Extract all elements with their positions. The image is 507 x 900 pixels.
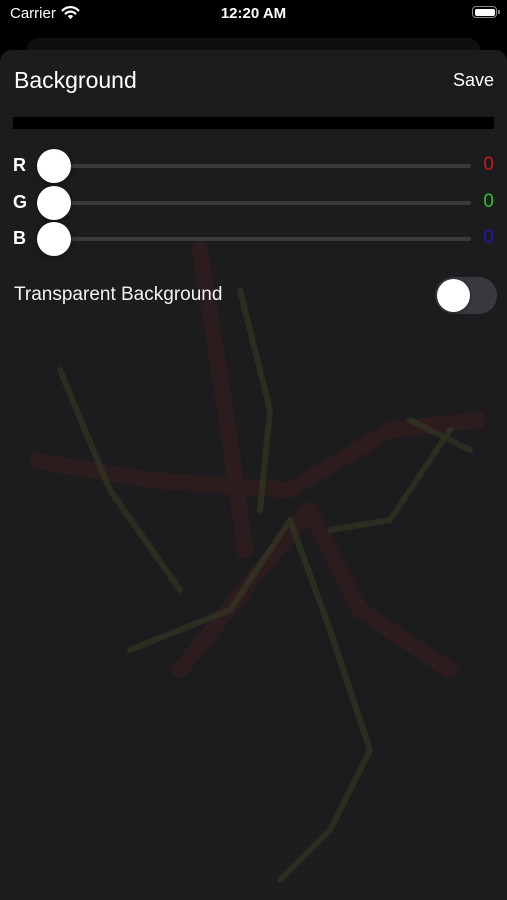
slider-value-g: 0 <box>483 191 494 212</box>
transparent-row: Transparent Background <box>0 276 507 316</box>
save-button[interactable]: Save <box>453 70 494 91</box>
slider-label-g: G <box>13 192 28 212</box>
sheet-title: Background <box>14 67 137 93</box>
slider-label-b: B <box>13 228 26 248</box>
transparent-toggle[interactable] <box>435 277 497 314</box>
slider-thumb-b[interactable] <box>37 222 71 256</box>
color-preview <box>13 117 494 129</box>
slider-track-r[interactable] <box>54 164 471 168</box>
status-bar: Carrier 12:20 AM <box>0 0 507 30</box>
battery-icon <box>472 6 500 18</box>
slider-row-g: G 0 <box>0 185 507 221</box>
slider-track-b[interactable] <box>54 237 471 241</box>
background-sheet: Background Save R 0 G 0 B 0 Transparent … <box>0 50 507 900</box>
slider-label-r: R <box>13 155 26 175</box>
slider-thumb-g[interactable] <box>37 186 71 220</box>
transparent-label: Transparent Background <box>14 284 223 305</box>
toggle-knob <box>437 279 470 312</box>
slider-value-r: 0 <box>483 154 494 175</box>
slider-row-b: B 0 <box>0 221 507 257</box>
status-time: 12:20 AM <box>220 5 287 22</box>
slider-thumb-r[interactable] <box>37 149 71 183</box>
slider-row-r: R 0 <box>0 148 507 184</box>
screen: Carrier 12:20 AM Background Save R 0 G 0… <box>0 0 507 900</box>
slider-value-b: 0 <box>483 227 494 248</box>
slider-track-g[interactable] <box>54 201 471 205</box>
